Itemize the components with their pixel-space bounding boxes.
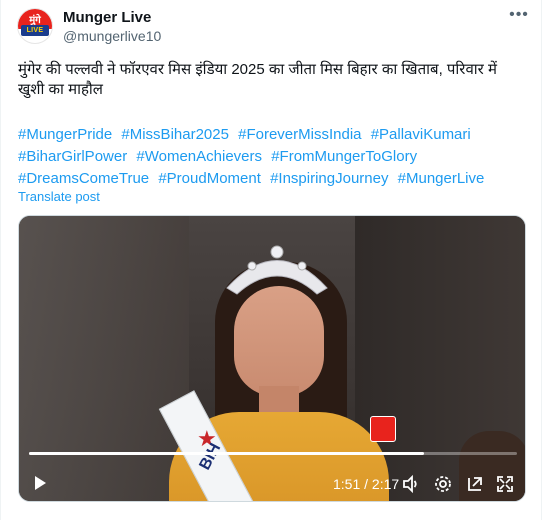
- hashtag-link[interactable]: #DreamsComeTrue: [18, 170, 149, 187]
- hashtag-link[interactable]: #FromMungerToGlory: [271, 148, 417, 165]
- video-frame: ★ BIH: [19, 216, 525, 501]
- author-handle[interactable]: @mungerlive10: [63, 28, 161, 44]
- hashtag-link[interactable]: #MissBihar2025: [121, 126, 229, 143]
- settings-icon[interactable]: [433, 474, 453, 494]
- hashtag-link[interactable]: #InspiringJourney: [270, 170, 388, 187]
- tweet-card[interactable]: मुंगे LIVE Munger Live @mungerlive10 •••…: [0, 0, 542, 520]
- volume-icon[interactable]: [401, 474, 421, 494]
- video-player[interactable]: ★ BIH 1:51 / 2:17: [18, 215, 526, 502]
- hashtag-link[interactable]: #WomenAchievers: [136, 148, 262, 165]
- avatar-live-text: LIVE: [26, 27, 44, 34]
- time-display: 1:51 / 2:17: [333, 476, 400, 492]
- translate-post-link[interactable]: Translate post: [18, 189, 100, 204]
- video-controls: 1:51 / 2:17: [19, 468, 525, 498]
- hashtag-link[interactable]: #ForeverMissIndia: [238, 126, 361, 143]
- pip-icon[interactable]: [465, 474, 485, 494]
- hashtag-link[interactable]: #ProudMoment: [158, 170, 261, 187]
- avatar-logo-text: मुंगे: [29, 14, 41, 26]
- author-name[interactable]: Munger Live: [63, 9, 151, 26]
- fullscreen-icon[interactable]: [495, 474, 515, 494]
- hashtag-link[interactable]: #MungerLive: [398, 170, 485, 187]
- hashtag-list: #MungerPride #MissBihar2025 #ForeverMiss…: [18, 124, 523, 190]
- channel-watermark-icon: [370, 416, 396, 442]
- progress-fill: [29, 452, 425, 455]
- avatar[interactable]: मुंगे LIVE: [17, 8, 53, 44]
- tweet-text: मुंगेर की पल्लवी ने फॉरएवर मिस इंडिया 20…: [18, 61, 497, 98]
- more-icon[interactable]: •••: [509, 7, 529, 28]
- hashtag-link[interactable]: #BiharGirlPower: [18, 148, 127, 165]
- hashtag-link[interactable]: #MungerPride: [18, 126, 112, 143]
- hashtag-link[interactable]: #PallaviKumari: [371, 126, 471, 143]
- play-icon[interactable]: [31, 474, 49, 492]
- crown-icon: [226, 245, 328, 295]
- progress-bar[interactable]: [29, 452, 517, 455]
